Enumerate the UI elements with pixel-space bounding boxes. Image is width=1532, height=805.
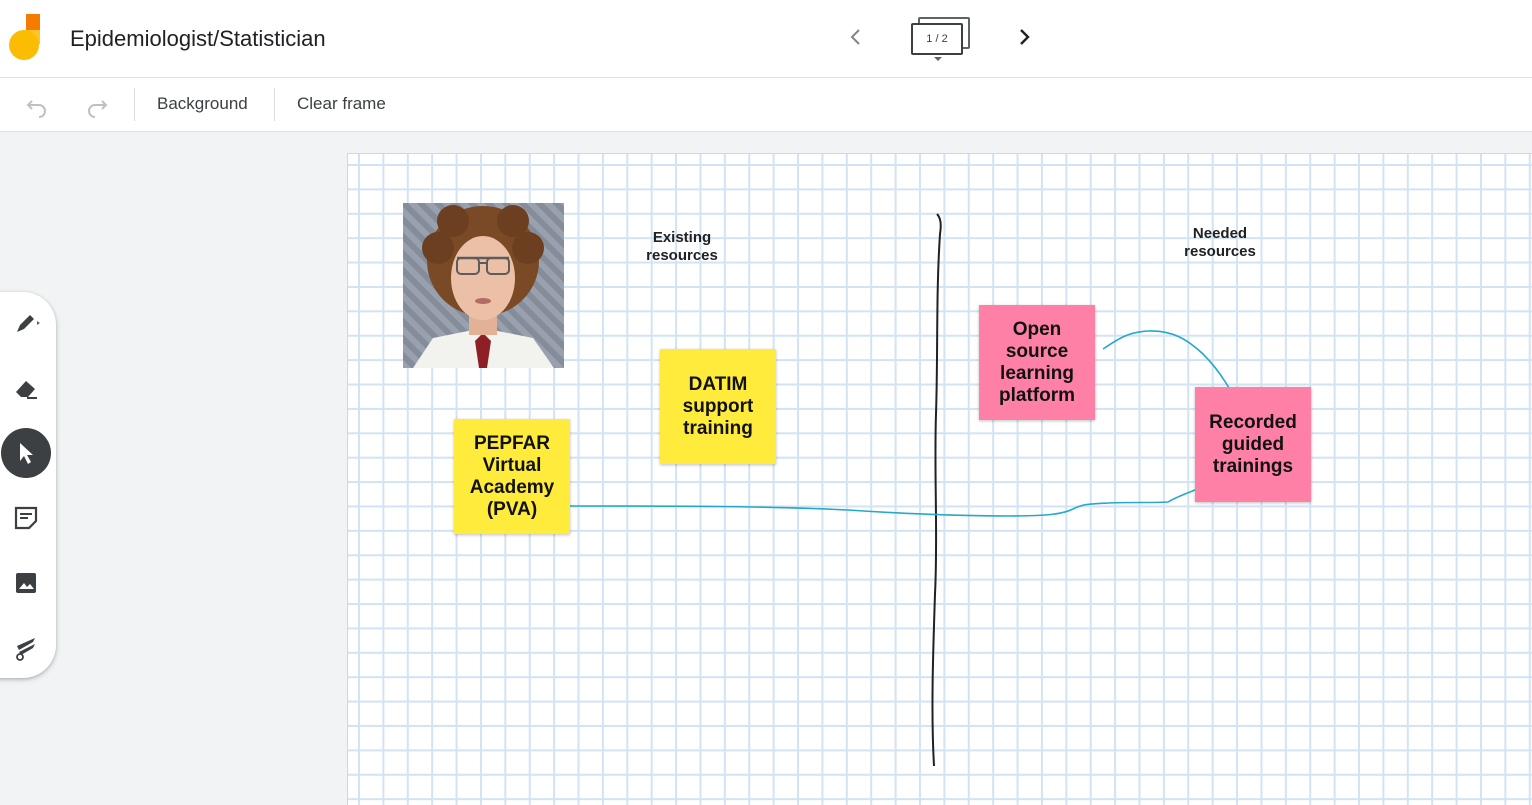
pen-tool-button[interactable] bbox=[0, 297, 52, 349]
undo-icon[interactable] bbox=[24, 92, 50, 118]
sticky-note-pepfar[interactable]: PEPFAR Virtual Academy (PVA) bbox=[454, 419, 570, 534]
chevron-down-icon bbox=[934, 57, 942, 61]
jamboard-logo-icon bbox=[9, 14, 40, 60]
laser-tool-button[interactable] bbox=[0, 622, 52, 674]
sticky-note-icon bbox=[14, 506, 38, 530]
clear-frame-button[interactable]: Clear frame bbox=[297, 94, 386, 114]
eraser-icon bbox=[16, 381, 37, 399]
previous-frame-button[interactable] bbox=[843, 24, 869, 50]
redo-icon[interactable] bbox=[84, 92, 110, 118]
divider-line bbox=[931, 213, 942, 767]
toolbar: Background Clear frame bbox=[0, 78, 1532, 132]
arc-connector-line bbox=[1102, 330, 1230, 389]
frame-counter: 1 / 2 bbox=[911, 23, 963, 55]
active-tool-highlight bbox=[1, 428, 51, 478]
tool-rail bbox=[0, 292, 56, 678]
next-frame-button[interactable] bbox=[1011, 24, 1037, 50]
pen-icon bbox=[17, 315, 40, 332]
cursor-arrow-icon bbox=[20, 443, 33, 464]
eraser-tool-button[interactable] bbox=[0, 362, 52, 414]
frame-bar-toggle[interactable]: 1 / 2 bbox=[908, 15, 972, 65]
sticky-note-open-source[interactable]: Open source learning platform bbox=[979, 305, 1095, 420]
page-title: Epidemiologist/Statistician bbox=[70, 26, 326, 51]
toolbar-divider bbox=[274, 88, 275, 121]
connector-line bbox=[567, 487, 1201, 517]
add-image-tool-button[interactable] bbox=[0, 557, 52, 609]
image-icon bbox=[16, 573, 36, 593]
sticky-note-datim[interactable]: DATIM support training bbox=[660, 349, 776, 464]
jam-canvas[interactable]: Existing resources Needed resources PEPF… bbox=[347, 153, 1532, 805]
background-button[interactable]: Background bbox=[157, 94, 248, 114]
sticky-note-recorded[interactable]: Recorded guided trainings bbox=[1195, 387, 1311, 502]
select-tool-button[interactable] bbox=[0, 427, 52, 479]
laser-pointer-icon bbox=[16, 638, 35, 661]
toolbar-divider bbox=[134, 88, 135, 121]
sticky-note-tool-button[interactable] bbox=[0, 492, 52, 544]
app-header: Epidemiologist/Statistician 1 / 2 bbox=[0, 0, 1532, 78]
